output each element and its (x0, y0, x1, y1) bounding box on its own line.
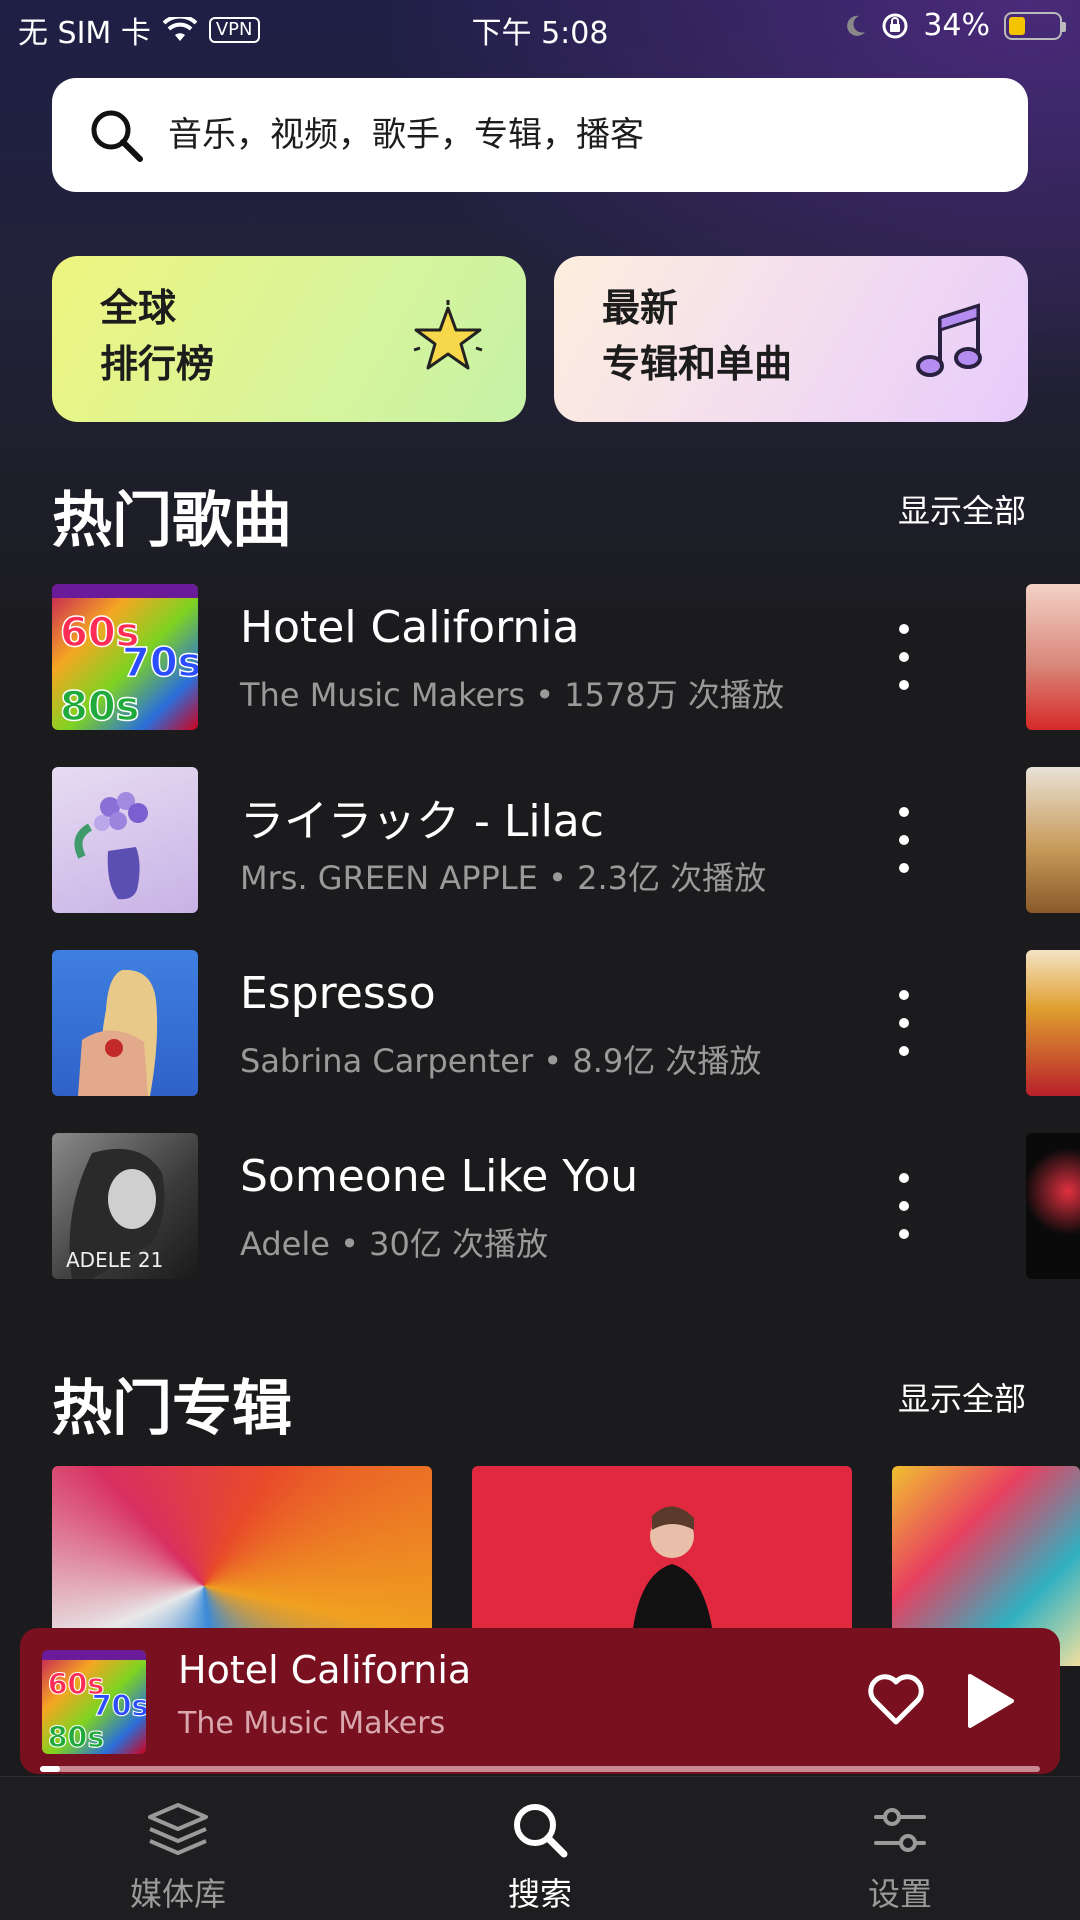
hot-albums-show-all-button[interactable]: 显示全部 (898, 1374, 1026, 1420)
song-title: Hotel California (240, 602, 580, 653)
global-charts-card[interactable]: 全球 排行榜 (52, 256, 526, 422)
more-options-button[interactable] (882, 1173, 926, 1239)
tab-settings[interactable]: 设置 (800, 1801, 1000, 1915)
more-options-button[interactable] (882, 990, 926, 1056)
song-meta: Mrs. GREEN APPLE • 2.3亿 次播放 (240, 859, 767, 897)
hot-songs-title: 热门歌曲 (52, 486, 292, 556)
next-page-cover-peek (1026, 584, 1080, 730)
tab-label: 媒体库 (129, 1875, 226, 1913)
album-cover (52, 950, 198, 1096)
next-page-cover-peek (1026, 950, 1080, 1096)
sliders-icon (874, 1808, 926, 1852)
svg-text:80s: 80s (60, 684, 139, 730)
new-releases-card[interactable]: 最新 专辑和单曲 (554, 256, 1028, 422)
album-cover (52, 767, 198, 913)
now-playing-bar[interactable]: 60s 70s 80s Hotel California The Music M… (20, 1628, 1060, 1774)
search-bar[interactable] (52, 78, 1028, 192)
song-title: Espresso (240, 968, 436, 1019)
song-title: Someone Like You (240, 1151, 639, 1202)
now-playing-title: Hotel California (178, 1648, 472, 1692)
song-meta: Adele • 30亿 次播放 (240, 1225, 549, 1263)
now-playing-cover: 60s 70s 80s (42, 1650, 146, 1754)
tab-library[interactable]: 媒体库 (78, 1801, 278, 1915)
more-options-button[interactable] (882, 624, 926, 690)
search-input[interactable] (168, 115, 948, 155)
tab-label: 设置 (867, 1875, 932, 1913)
svg-text:70s: 70s (92, 1690, 146, 1723)
svg-text:80s: 80s (48, 1721, 105, 1754)
now-playing-artist: The Music Makers (178, 1706, 446, 1741)
play-icon[interactable] (964, 1672, 1016, 1730)
more-options-button[interactable] (882, 807, 926, 873)
song-row[interactable]: ADELE 21 Someone Like You Adele • 30亿 次播… (52, 1133, 1080, 1279)
search-icon (91, 110, 143, 162)
battery-percent: 34% (923, 8, 990, 43)
layers-icon (148, 1803, 208, 1855)
next-page-cover-peek (1026, 767, 1080, 913)
song-row[interactable]: ライラック - Lilac Mrs. GREEN APPLE • 2.3亿 次播… (52, 767, 1080, 913)
playback-progress-bar[interactable] (40, 1766, 1040, 1772)
album-cover: 60s 70s 80s (52, 584, 198, 730)
tab-search[interactable]: 搜索 (440, 1801, 640, 1915)
song-row[interactable]: Espresso Sabrina Carpenter • 8.9亿 次播放 (52, 950, 1080, 1096)
svg-text:70s: 70s (122, 640, 198, 686)
tab-bar: 媒体库 搜索 设置 (0, 1776, 1080, 1920)
hot-songs-show-all-button[interactable]: 显示全部 (898, 486, 1026, 532)
song-title: ライラック - Lilac (240, 796, 604, 847)
moon-icon (847, 15, 866, 36)
svg-text:ADELE 21: ADELE 21 (66, 1248, 163, 1272)
star-icon (413, 300, 483, 370)
song-meta: Sabrina Carpenter • 8.9亿 次播放 (240, 1042, 762, 1080)
next-page-cover-peek (1026, 1133, 1080, 1279)
hot-albums-title: 热门专辑 (52, 1374, 292, 1444)
status-bar: 无 SIM 卡 VPN 下午 5:08 34% (0, 0, 1080, 56)
album-cover: ADELE 21 (52, 1133, 198, 1279)
song-meta: The Music Makers • 1578万 次播放 (240, 676, 784, 714)
heart-icon[interactable] (866, 1670, 926, 1730)
rotation-lock-icon (882, 13, 908, 38)
battery-icon (1004, 11, 1066, 40)
song-row[interactable]: 60s 70s 80s Hotel California The Music M… (52, 584, 1080, 730)
tab-label: 搜索 (507, 1875, 572, 1913)
music-note-icon (916, 303, 982, 377)
search-icon (514, 1804, 568, 1858)
